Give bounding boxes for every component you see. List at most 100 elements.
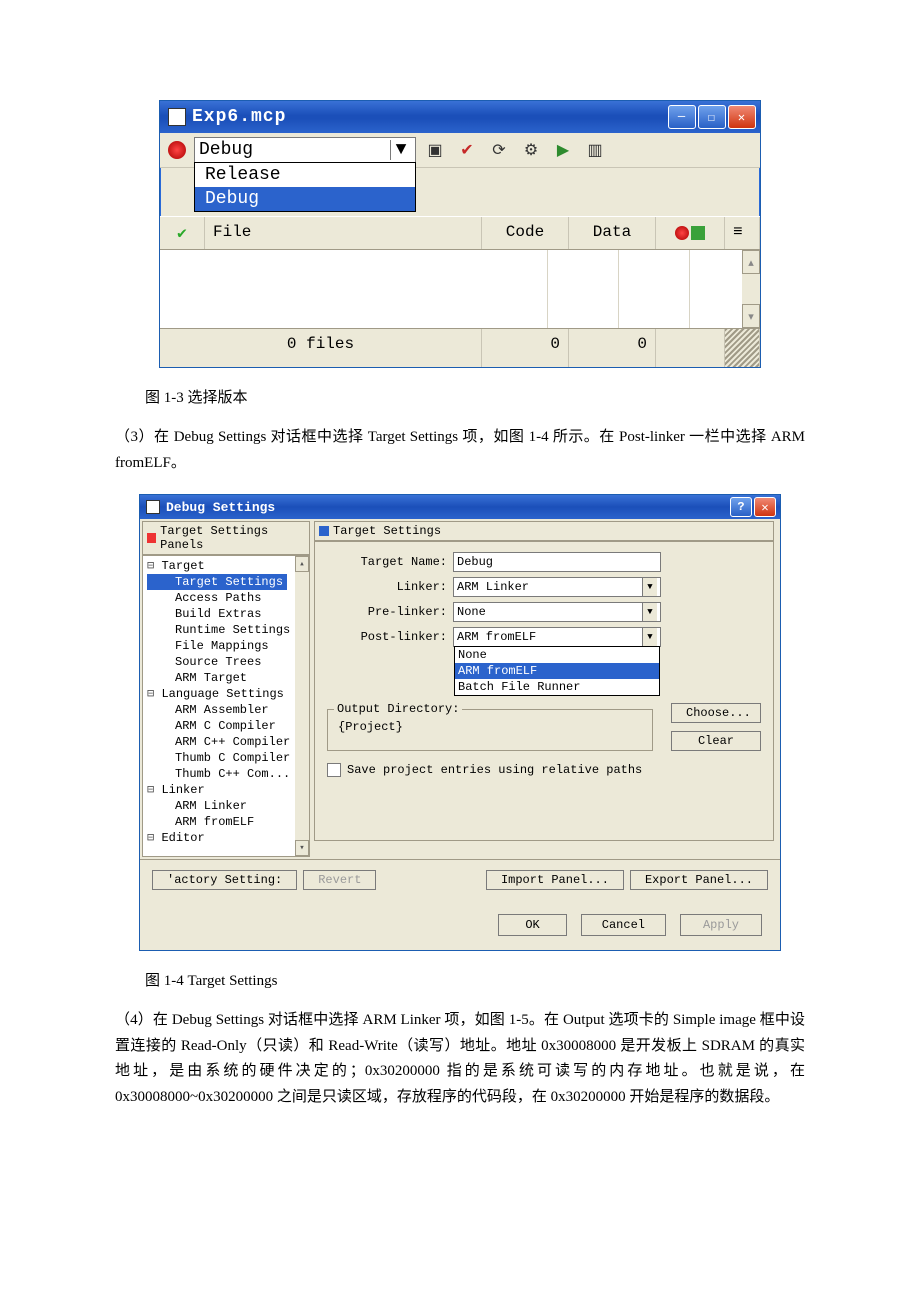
settings-tree[interactable]: Target Target Settings Access Paths Buil…	[142, 555, 310, 857]
target-flag-icon	[675, 226, 689, 240]
factory-settings-button[interactable]: 'actory Setting:	[152, 870, 297, 890]
doc-flag-icon	[691, 226, 705, 240]
caption-1-3: 图 1-3 选择版本	[145, 386, 805, 407]
tree-group-linker[interactable]: Linker	[147, 782, 309, 798]
checkbox-icon	[327, 763, 341, 777]
postlinker-label: Post-linker:	[327, 630, 453, 644]
mcp-toolbar: Debug ▼ Release Debug ▣ ✔ ⟳ ⚙ ▶ ▥	[160, 133, 760, 168]
app-icon	[168, 108, 186, 126]
cancel-button[interactable]: Cancel	[581, 914, 666, 936]
tree-item-arm-cpp[interactable]: ARM C++ Compiler	[147, 734, 309, 750]
postlinker-value: ARM fromELF	[457, 630, 536, 644]
close-button[interactable]: ✕	[728, 105, 756, 129]
cube-icon	[319, 526, 329, 536]
tree-scrollbar[interactable]: ▴ ▾	[295, 556, 309, 856]
tree-item-access-paths[interactable]: Access Paths	[147, 590, 309, 606]
prelinker-select[interactable]: None ▼	[453, 602, 661, 622]
mcp-window: Exp6.mcp ─ ☐ ✕ Debug ▼ Release Debug ▣	[159, 100, 761, 368]
cube-icon	[147, 533, 156, 543]
run-config-icon[interactable]: ⚙	[520, 139, 542, 161]
debug-settings-window: Debug Settings ? ✕ Target Settings Panel…	[139, 494, 781, 951]
tree-item-thumb-c[interactable]: Thumb C Compiler	[147, 750, 309, 766]
choose-button[interactable]: Choose...	[671, 703, 761, 723]
mcp-table-header: ✔ File Code Data ≡	[160, 216, 760, 250]
output-dir-value: {Project}	[338, 720, 403, 734]
chevron-down-icon: ▼	[642, 603, 657, 621]
vertical-scrollbar[interactable]: ▴ ▾	[742, 250, 760, 328]
prelinker-label: Pre-linker:	[327, 605, 453, 619]
revert-button[interactable]: Revert	[303, 870, 376, 890]
mcp-table-footer: 0 files 0 0	[160, 328, 760, 367]
panel-button-bar: 'actory Setting: Revert Import Panel... …	[140, 859, 780, 900]
footer-files: 0 files	[160, 329, 482, 367]
clear-button[interactable]: Clear	[671, 731, 761, 751]
tree-item-build-extras[interactable]: Build Extras	[147, 606, 309, 622]
dialog-button-bar: OK Cancel Apply	[140, 900, 780, 950]
chevron-down-icon: ▼	[390, 140, 411, 160]
scroll-up-icon[interactable]: ▴	[295, 556, 309, 572]
target-icon	[168, 141, 186, 159]
tree-item-arm-linker[interactable]: ARM Linker	[147, 798, 309, 814]
scroll-down-icon[interactable]: ▾	[742, 304, 760, 328]
paragraph-4: （4）在 Debug Settings 对话框中选择 ARM Linker 项，…	[115, 1008, 805, 1110]
maximize-button[interactable]: ☐	[698, 105, 726, 129]
build-option-release[interactable]: Release	[195, 163, 415, 187]
chevron-down-icon: ▼	[642, 628, 657, 646]
check-icon[interactable]: ✔	[456, 139, 478, 161]
export-panel-button[interactable]: Export Panel...	[630, 870, 768, 890]
tree-item-file-mappings[interactable]: File Mappings	[147, 638, 309, 654]
header-file: File	[205, 217, 482, 249]
mcp-table-body: ▴ ▾	[160, 250, 760, 328]
panels-title-text: Target Settings Panels	[160, 524, 305, 552]
minimize-button[interactable]: ─	[668, 105, 696, 129]
header-code: Code	[482, 217, 569, 249]
build-option-debug[interactable]: Debug	[195, 187, 415, 211]
footer-code: 0	[482, 329, 569, 367]
postlinker-option-none[interactable]: None	[455, 647, 659, 663]
inspect-icon[interactable]: ▣	[424, 139, 446, 161]
header-menu-icon: ≡	[725, 217, 760, 249]
linker-select[interactable]: ARM Linker ▼	[453, 577, 661, 597]
resize-grip-icon[interactable]	[725, 329, 760, 367]
build-target-current: Debug	[199, 140, 253, 160]
save-relative-checkbox[interactable]: Save project entries using relative path…	[327, 763, 761, 777]
tree-item-arm-target[interactable]: ARM Target	[147, 670, 309, 686]
checked-column-icon: ✔	[160, 217, 205, 249]
build-target-dropdown[interactable]: Release Debug	[194, 162, 416, 212]
import-panel-button[interactable]: Import Panel...	[486, 870, 624, 890]
linker-label: Linker:	[327, 580, 453, 594]
target-name-input[interactable]	[453, 552, 661, 572]
play-icon[interactable]: ▶	[552, 139, 574, 161]
close-button[interactable]: ✕	[754, 497, 776, 517]
ok-button[interactable]: OK	[498, 914, 566, 936]
debug-settings-titlebar: Debug Settings ? ✕	[140, 495, 780, 519]
apply-button[interactable]: Apply	[680, 914, 762, 936]
mcp-title: Exp6.mcp	[192, 107, 286, 127]
help-button[interactable]: ?	[730, 497, 752, 517]
build-target-select[interactable]: Debug ▼ Release Debug	[194, 137, 416, 163]
tree-group-target[interactable]: Target	[147, 558, 309, 574]
tree-item-runtime-settings[interactable]: Runtime Settings	[147, 622, 309, 638]
list-icon[interactable]: ▥	[584, 139, 606, 161]
caption-1-4: 图 1-4 Target Settings	[145, 969, 805, 990]
postlinker-option-batch[interactable]: Batch File Runner	[455, 679, 659, 695]
tree-item-arm-c[interactable]: ARM C Compiler	[147, 718, 309, 734]
postlinker-option-arm-fromelf[interactable]: ARM fromELF	[455, 663, 659, 679]
tree-item-thumb-cpp[interactable]: Thumb C++ Com...	[147, 766, 309, 782]
postlinker-dropdown[interactable]: None ARM fromELF Batch File Runner	[454, 646, 660, 696]
target-settings-form: Target Name: Linker: ARM Linker ▼ Pre-li…	[314, 541, 774, 841]
tree-item-target-settings[interactable]: Target Settings	[147, 574, 287, 590]
build-icon[interactable]: ⟳	[488, 139, 510, 161]
right-panel-title: Target Settings	[314, 521, 774, 541]
tree-item-arm-assembler[interactable]: ARM Assembler	[147, 702, 309, 718]
postlinker-select[interactable]: ARM fromELF ▼ None ARM fromELF Batch Fil…	[453, 627, 661, 647]
scroll-down-icon[interactable]: ▾	[295, 840, 309, 856]
panels-title: Target Settings Panels	[142, 521, 310, 555]
tree-group-editor[interactable]: Editor	[147, 830, 309, 846]
tree-item-source-trees[interactable]: Source Trees	[147, 654, 309, 670]
tree-item-arm-fromelf[interactable]: ARM fromELF	[147, 814, 309, 830]
target-name-label: Target Name:	[327, 555, 453, 569]
prelinker-value: None	[457, 605, 486, 619]
scroll-up-icon[interactable]: ▴	[742, 250, 760, 274]
tree-group-language[interactable]: Language Settings	[147, 686, 309, 702]
